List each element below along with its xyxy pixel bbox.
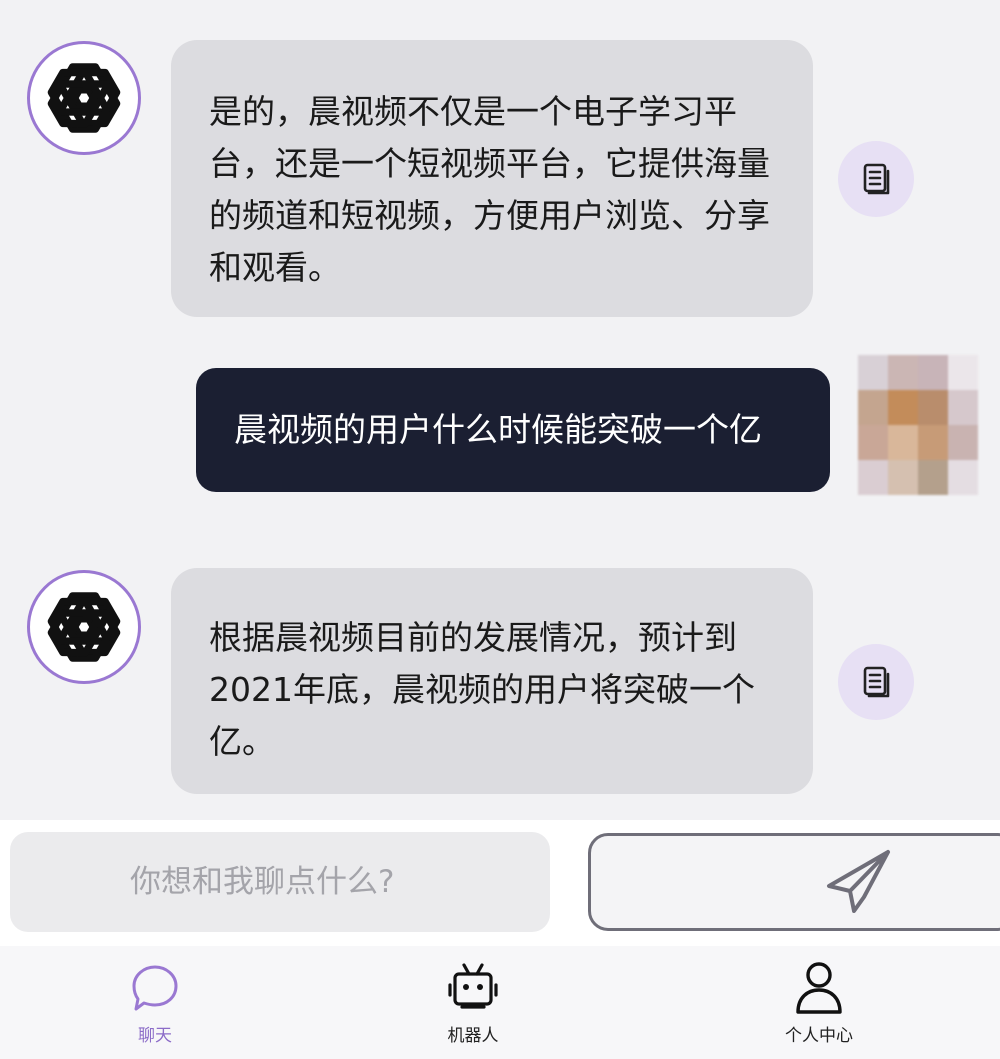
bot-message-bubble: 是的，晨视频不仅是一个电子学习平台，还是一个短视频平台，它提供海量的频道和短视频… <box>171 40 813 317</box>
user-avatar <box>858 355 978 495</box>
bottom-tab-bar: 聊天 机器人 个人中心 <box>0 946 1000 1059</box>
bot-message-bubble: 根据晨视频目前的发展情况，预计到2021年底，晨视频的用户将突破一个亿。 <box>171 568 813 794</box>
bot-avatar <box>27 570 141 684</box>
user-message-bubble: 晨视频的用户什么时候能突破一个亿 <box>196 368 830 492</box>
send-button[interactable] <box>588 833 1000 931</box>
tab-label: 个人中心 <box>785 1026 853 1046</box>
message-text: 晨视频的用户什么时候能突破一个亿 <box>234 410 762 449</box>
chat-area: 是的，晨视频不仅是一个电子学习平台，还是一个短视频平台，它提供海量的频道和短视频… <box>0 0 1000 820</box>
chat-bubble-icon <box>132 965 178 1011</box>
openai-logo-icon <box>35 49 133 147</box>
tab-profile[interactable]: 个人中心 <box>719 946 919 1059</box>
copy-button[interactable] <box>838 141 914 217</box>
tab-chat[interactable]: 聊天 <box>55 946 255 1059</box>
tab-label: 机器人 <box>447 1026 499 1046</box>
message-input[interactable] <box>10 832 550 932</box>
tab-label: 聊天 <box>138 1026 172 1046</box>
copy-document-icon <box>858 664 894 700</box>
openai-logo-icon <box>35 578 133 676</box>
bot-avatar <box>27 41 141 155</box>
copy-button[interactable] <box>838 644 914 720</box>
input-bar <box>0 820 1000 946</box>
copy-document-icon <box>858 161 894 197</box>
message-text: 根据晨视频目前的发展情况，预计到2021年底，晨视频的用户将突破一个亿。 <box>209 618 755 761</box>
tab-robot[interactable]: 机器人 <box>373 946 573 1059</box>
message-text: 是的，晨视频不仅是一个电子学习平台，还是一个短视频平台，它提供海量的频道和短视频… <box>209 92 770 287</box>
person-icon <box>796 962 842 1014</box>
paper-plane-icon <box>827 850 890 913</box>
robot-tv-icon <box>448 963 498 1009</box>
